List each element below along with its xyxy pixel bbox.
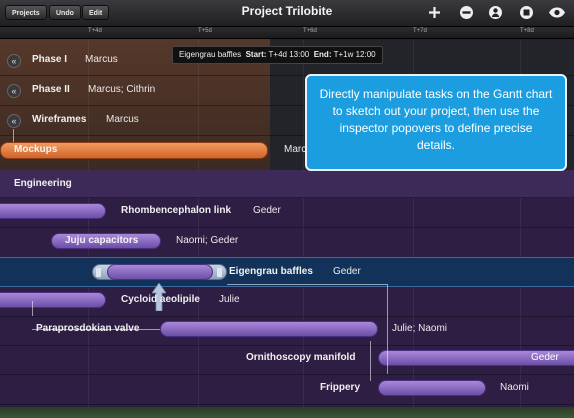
task-assignee: Julie: [219, 294, 240, 305]
task-row[interactable]: Paraprosdokian valve Julie; Naomi: [0, 316, 574, 346]
start-value: T+4d 13:00: [268, 50, 310, 59]
task-assignee: Geder: [531, 352, 559, 363]
task-name: Juju capacitors: [65, 235, 139, 246]
tick-label: T+4d: [88, 28, 102, 34]
task-assignee: Naomi: [500, 382, 529, 393]
selected-task-name: Eigengrau baffles: [179, 50, 242, 59]
person-icon[interactable]: [488, 5, 503, 20]
selected-task-row[interactable]: Eigengrau baffles Geder: [0, 257, 574, 287]
task-assignee: Marcus: [85, 54, 118, 65]
end-value: T+1w 12:00: [333, 50, 376, 59]
task-name: Cycloid aeolipile: [121, 294, 200, 305]
task-assignee: Marcus; Cithrin: [88, 84, 156, 95]
task-row[interactable]: Frippery Naomi: [0, 375, 574, 405]
end-label: End:: [313, 50, 332, 59]
task-assignee: Julie; Naomi: [392, 323, 448, 334]
task-assignee: Naomi; Geder: [176, 235, 239, 246]
task-name: Mockups: [14, 144, 58, 155]
collapse-icon[interactable]: «: [7, 114, 21, 128]
task-bar[interactable]: [0, 292, 106, 308]
task-row[interactable]: Ornithoscopy manifold Geder: [0, 345, 574, 375]
task-bar[interactable]: [378, 380, 486, 396]
dependency-line: [32, 329, 160, 330]
eye-icon[interactable]: [548, 5, 566, 20]
dependency-line: [370, 341, 371, 381]
edit-button[interactable]: Edit: [82, 5, 110, 20]
dependency-line: [32, 301, 33, 316]
page-title: Project Trilobite: [241, 4, 333, 18]
next-group-row: [0, 407, 574, 418]
toolbar: Projects Undo Edit Project Trilobite: [0, 0, 574, 27]
task-name: Ornithoscopy manifold: [246, 352, 356, 363]
tick-label: T+8d: [520, 28, 534, 34]
task-name: Rhombencephalon link: [121, 205, 232, 216]
task-row[interactable]: Juju capacitors Naomi; Geder: [0, 228, 574, 258]
collapse-icon[interactable]: «: [7, 84, 21, 98]
task-bar[interactable]: [107, 264, 213, 280]
task-name: Phase II: [32, 84, 70, 95]
task-bar[interactable]: [0, 203, 106, 219]
task-assignee: Geder: [253, 205, 281, 216]
tick-label: T+7d: [413, 28, 427, 34]
task-name: Wireframes: [32, 114, 87, 125]
stop-icon[interactable]: [519, 5, 534, 20]
projects-button[interactable]: Projects: [5, 5, 47, 20]
undo-button[interactable]: Undo: [49, 5, 81, 20]
tick-label: T+6d: [303, 28, 317, 34]
task-assignee: Marcus: [106, 114, 139, 125]
task-name: Engineering: [14, 178, 72, 189]
task-assignee: Marc: [284, 144, 307, 155]
timeline-ruler: T+4d T+5d T+6d T+7d T+8d: [0, 27, 574, 39]
dependency-line: [227, 284, 387, 285]
task-name: Phase I: [32, 54, 68, 65]
dependency-line: [387, 284, 388, 374]
task-name: Eigengrau baffles: [229, 266, 313, 277]
info-callout: Directly manipulate tasks on the Gantt c…: [305, 74, 567, 171]
start-drag-handle[interactable]: [96, 268, 101, 277]
minus-circle-icon[interactable]: [459, 5, 474, 20]
task-assignee: Geder: [333, 266, 361, 277]
start-label: Start:: [245, 50, 267, 59]
plus-icon[interactable]: [427, 5, 442, 20]
tick-label: T+5d: [198, 28, 212, 34]
selection-info: Eigengrau baffles Start: T+4d 13:00 End:…: [172, 46, 383, 64]
collapse-icon[interactable]: «: [7, 54, 21, 68]
task-bar[interactable]: [160, 321, 378, 337]
group-row[interactable]: Engineering: [0, 170, 574, 198]
task-name: Frippery: [320, 382, 361, 393]
task-row[interactable]: Cycloid aeolipile Julie: [0, 287, 574, 317]
task-row[interactable]: Rhombencephalon link Geder: [0, 198, 574, 228]
end-drag-handle[interactable]: [217, 268, 222, 277]
